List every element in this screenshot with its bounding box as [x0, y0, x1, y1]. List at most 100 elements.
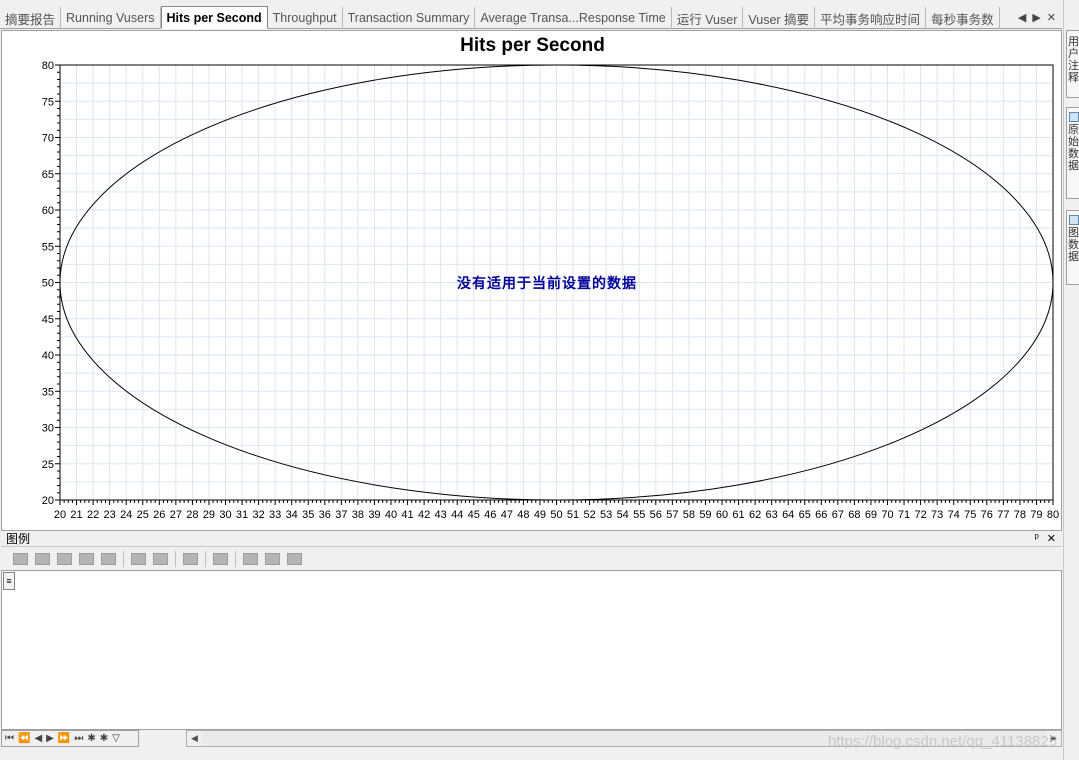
x-tick-label: 32 [252, 509, 264, 521]
dock-tab-graph-data-label: 图数据 [1068, 227, 1079, 263]
x-tick-label: 47 [501, 509, 513, 521]
export-icon[interactable] [243, 553, 258, 565]
x-tick-label: 61 [732, 509, 744, 521]
x-tick-label: 65 [799, 509, 811, 521]
pin-icon[interactable]: ᵖ [1035, 532, 1039, 545]
x-tick-label: 46 [484, 509, 496, 521]
x-tick-label: 49 [534, 509, 546, 521]
legend-controls: ᵖ ✕ [1035, 532, 1062, 545]
tab-transactions-per-second-cn[interactable]: 每秒事务数 [926, 7, 1000, 29]
x-tick-label: 26 [153, 509, 165, 521]
y-tick-label: 70 [42, 133, 54, 145]
x-tick-label: 58 [683, 509, 695, 521]
tab-running-vuser-cn[interactable]: 运行 Vuser [672, 7, 744, 29]
x-tick-label: 24 [120, 509, 132, 521]
x-tick-label: 77 [997, 509, 1009, 521]
show-only-selected-icon[interactable] [57, 553, 72, 565]
x-tick-label: 57 [666, 509, 678, 521]
new-record-alt-icon[interactable]: ✱ [100, 733, 108, 744]
link-series-icon[interactable] [79, 553, 94, 565]
toolbar-separator [235, 551, 236, 567]
x-tick-label: 22 [87, 509, 99, 521]
columns-icon[interactable] [213, 553, 228, 565]
x-tick-label: 76 [981, 509, 993, 521]
x-tick-label: 80 [1047, 509, 1059, 521]
x-tick-label: 78 [1014, 509, 1026, 521]
x-tick-label: 74 [948, 509, 960, 521]
row-selector-icon[interactable]: ≡ [3, 572, 15, 590]
x-tick-label: 54 [617, 509, 629, 521]
tab-controls: ◀ ▶ ✕ [1018, 7, 1062, 28]
x-tick-label: 41 [401, 509, 413, 521]
prev-page-icon[interactable]: ⏪ [18, 733, 30, 744]
x-tick-label: 23 [104, 509, 116, 521]
y-tick-label: 40 [42, 350, 54, 362]
y-tick-label: 30 [42, 423, 54, 435]
configure-measurement-icon[interactable] [131, 553, 146, 565]
tab-scroll-right-icon[interactable]: ▶ [1032, 11, 1040, 24]
tab-avg-response-time-cn[interactable]: 平均事务响应时间 [815, 7, 927, 29]
close-legend-icon[interactable]: ✕ [1047, 532, 1056, 545]
correlate-icon[interactable] [183, 553, 198, 565]
x-tick-label: 51 [567, 509, 579, 521]
y-tick-label: 80 [42, 60, 54, 72]
toolbar-separator [123, 551, 124, 567]
x-tick-label: 35 [302, 509, 314, 521]
x-tick-label: 33 [269, 509, 281, 521]
x-tick-label: 64 [782, 509, 794, 521]
x-tick-label: 37 [335, 509, 347, 521]
y-tick-label: 60 [42, 205, 54, 217]
tab-scroll-left-icon[interactable]: ◀ [1018, 11, 1026, 24]
x-tick-label: 28 [186, 509, 198, 521]
x-tick-label: 68 [848, 509, 860, 521]
dock-tab-user-notes-label: 用户注释 [1068, 36, 1079, 84]
graph-data-icon [1069, 215, 1079, 225]
copy-icon[interactable] [265, 553, 280, 565]
graph-tab-strip: 摘要报告 Running Vusers Hits per Second Thro… [0, 6, 1062, 29]
prev-record-icon[interactable]: ◀ [34, 733, 42, 744]
next-page-icon[interactable]: ⏩ [58, 733, 70, 744]
tab-throughput[interactable]: Throughput [268, 7, 343, 29]
tab-hits-per-second[interactable]: Hits per Second [160, 6, 268, 29]
tab-vuser-summary-cn[interactable]: Vuser 摘要 [743, 7, 816, 29]
tab-running-vusers[interactable]: Running Vusers [61, 7, 161, 29]
tab-transaction-summary[interactable]: Transaction Summary [343, 7, 476, 29]
x-tick-label: 79 [1030, 509, 1042, 521]
y-tick-label: 55 [42, 241, 54, 253]
x-tick-label: 36 [319, 509, 331, 521]
save-icon[interactable] [287, 553, 302, 565]
dock-tab-raw-data-label: 原始数据 [1068, 124, 1079, 172]
toolbar-separator [205, 551, 206, 567]
x-tick-label: 56 [650, 509, 662, 521]
new-record-icon[interactable]: ✱ [87, 733, 95, 744]
x-tick-label: 25 [137, 509, 149, 521]
dock-tab-user-notes[interactable]: 用户注释 [1066, 30, 1079, 98]
x-tick-label: 72 [914, 509, 926, 521]
x-tick-label: 42 [418, 509, 430, 521]
tab-summary-report[interactable]: 摘要报告 [0, 7, 62, 29]
close-tab-icon[interactable]: ✕ [1047, 11, 1056, 24]
y-tick-label: 50 [42, 278, 54, 290]
dock-tab-raw-data[interactable]: 原始数据 [1066, 107, 1079, 199]
x-tick-label: 44 [451, 509, 463, 521]
y-tick-label: 20 [42, 495, 54, 507]
scroll-left-icon[interactable]: ◀ [187, 731, 202, 746]
x-tick-label: 20 [54, 509, 66, 521]
dock-tab-graph-data[interactable]: 图数据 [1066, 210, 1079, 285]
hide-series-icon[interactable] [35, 553, 50, 565]
filter-series-icon[interactable] [101, 553, 116, 565]
scale-icon[interactable] [153, 553, 168, 565]
x-tick-label: 43 [435, 509, 447, 521]
x-tick-label: 50 [550, 509, 562, 521]
x-tick-label: 52 [583, 509, 595, 521]
raw-data-icon [1069, 112, 1079, 122]
next-record-icon[interactable]: ▶ [46, 733, 54, 744]
tab-average-transaction-response-time[interactable]: Average Transa...Response Time [475, 7, 672, 29]
filter-icon[interactable]: ▽ [112, 733, 120, 744]
show-all-series-icon[interactable] [13, 553, 28, 565]
x-tick-label: 29 [203, 509, 215, 521]
first-record-icon[interactable]: ⏮ [5, 733, 14, 744]
x-tick-label: 73 [931, 509, 943, 521]
last-record-icon[interactable]: ⏭ [74, 733, 83, 744]
chart-panel: Hits per Second 20 25 30 35 40 45 50 55 60 65 70 75… [1, 30, 1062, 531]
